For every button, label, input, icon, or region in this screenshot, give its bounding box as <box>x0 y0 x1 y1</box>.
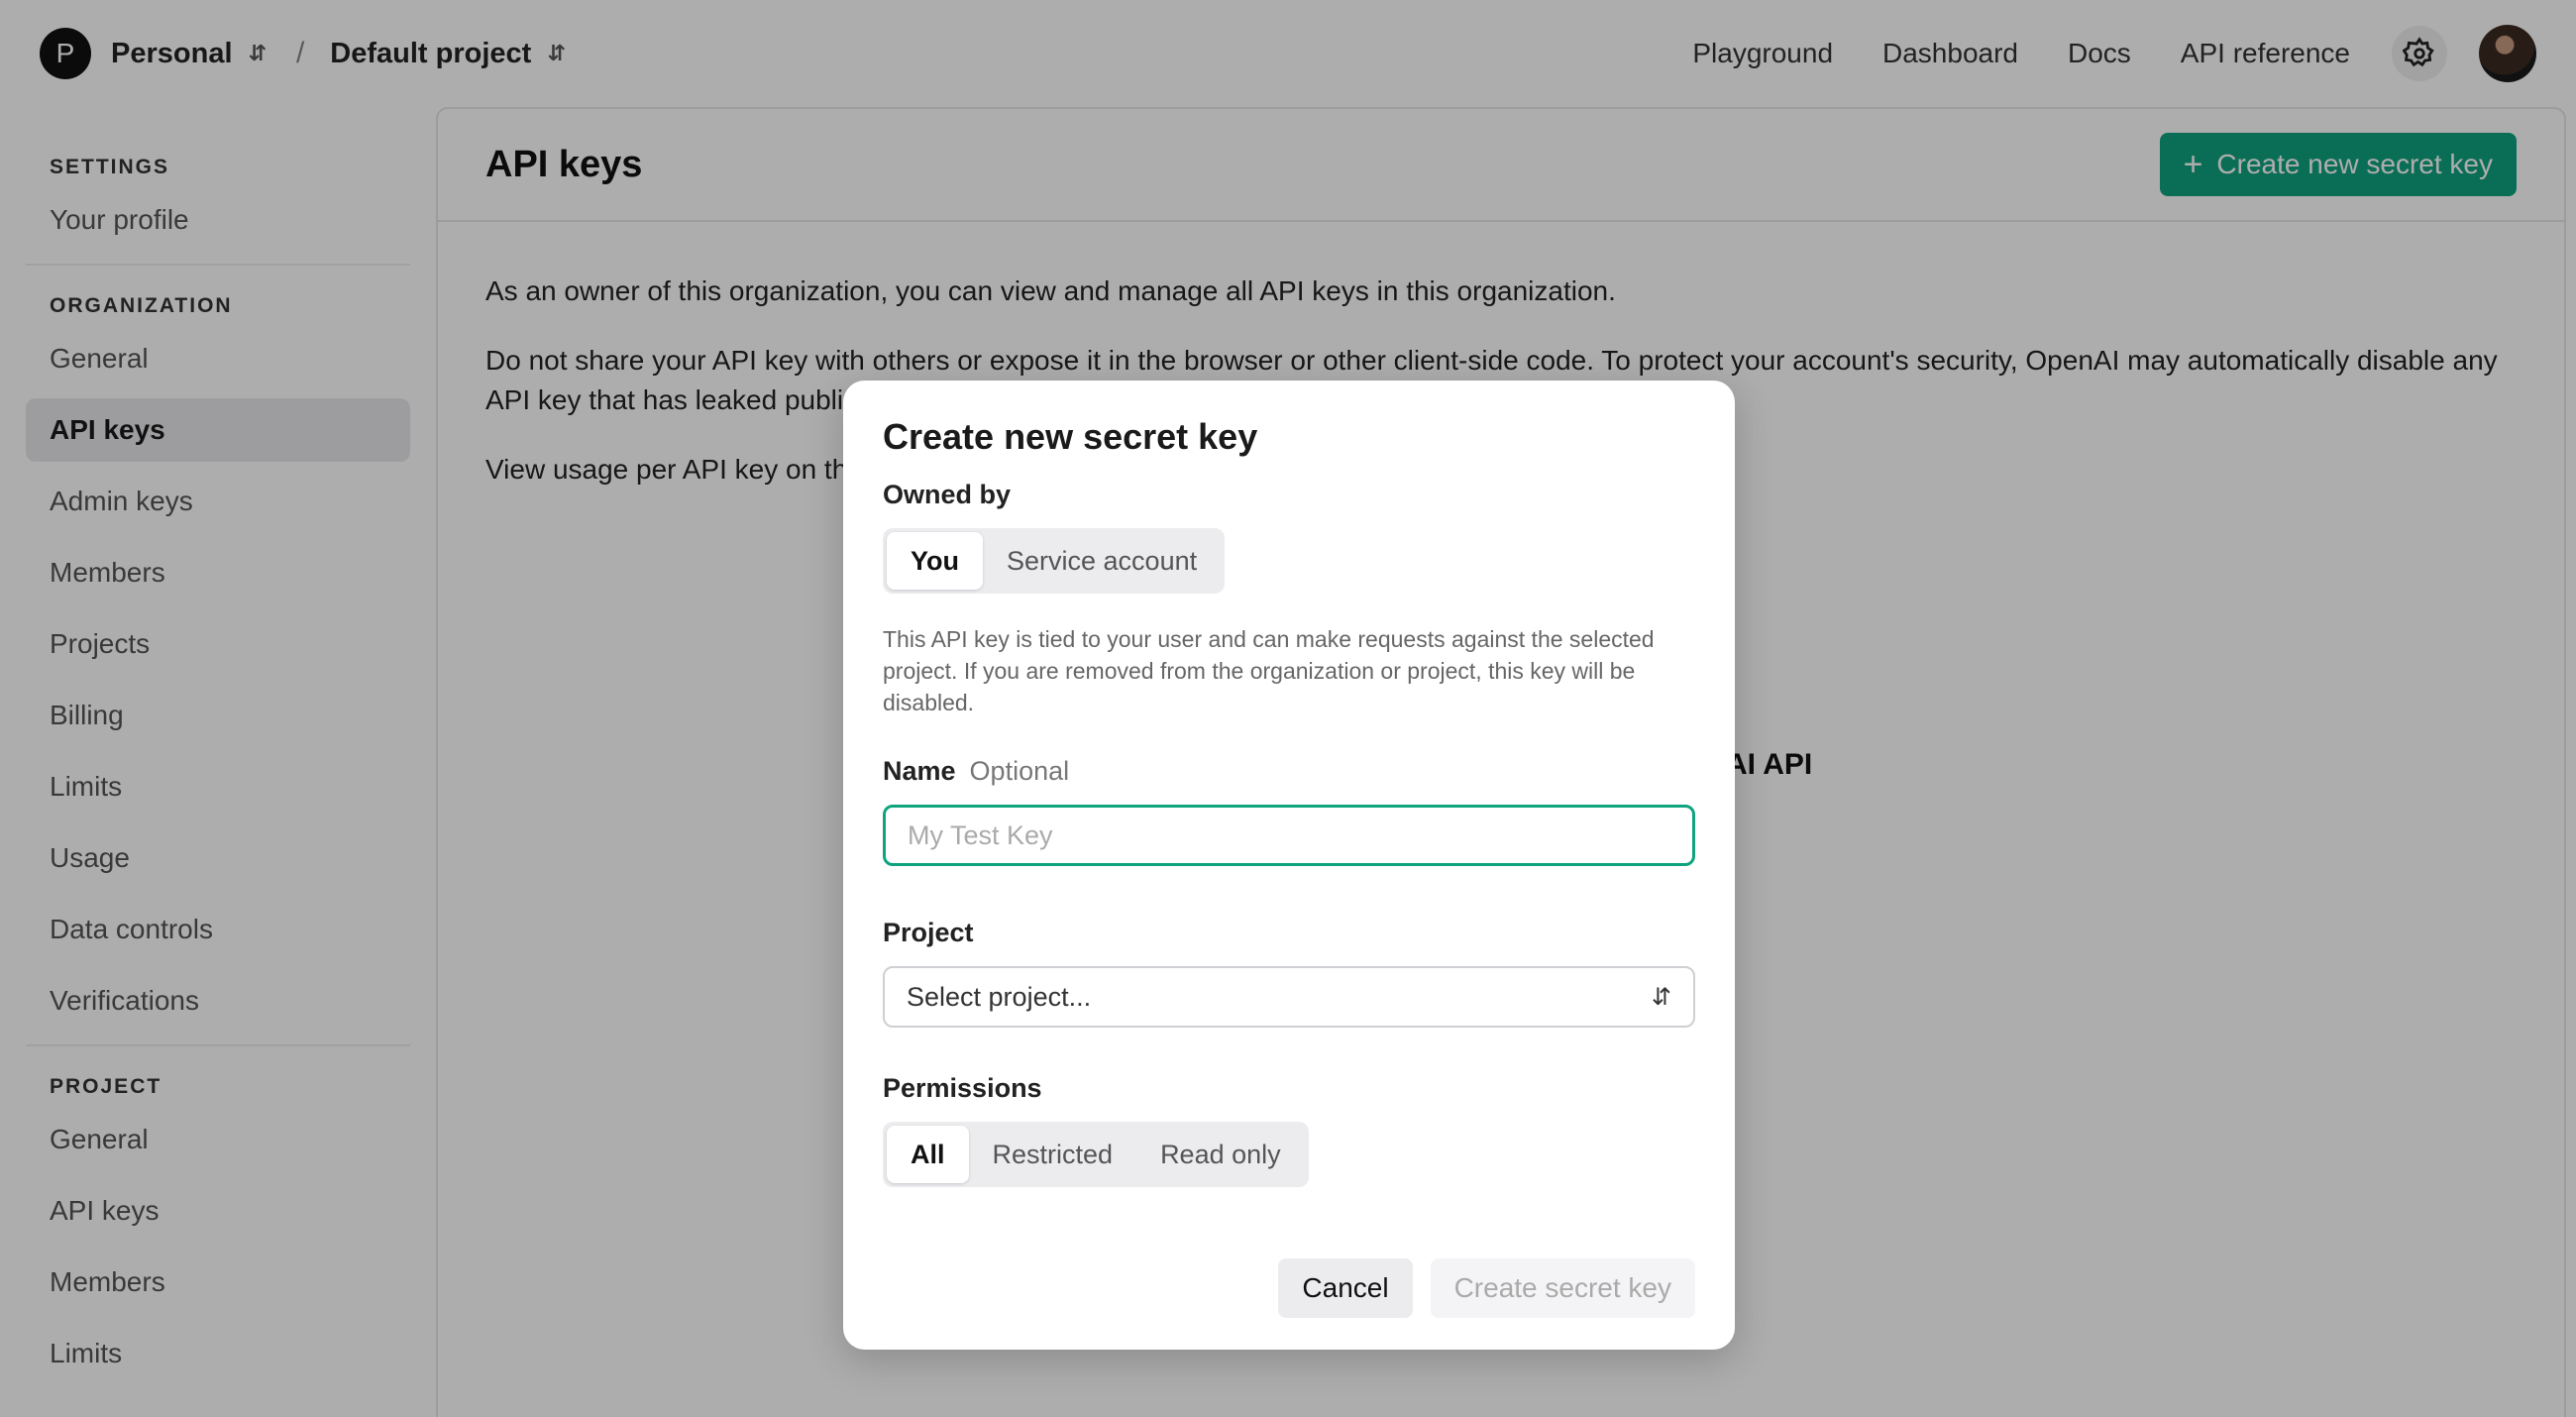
permission-option-all[interactable]: All <box>887 1126 969 1183</box>
dialog-title: Create new secret key <box>883 416 1258 457</box>
owner-help-text: This API key is tied to your user and ca… <box>883 626 1655 715</box>
permission-option-read-only[interactable]: Read only <box>1136 1126 1305 1183</box>
owner-toggle: You Service account <box>883 528 1226 594</box>
name-label-text: Name <box>883 756 956 786</box>
project-select-value: Select project... <box>907 981 1092 1012</box>
create-key-dialog: Create new secret key Owned by You Servi… <box>843 381 1735 1350</box>
owner-option-service-account[interactable]: Service account <box>983 532 1221 590</box>
owned-by-label: Owned by <box>883 480 1012 509</box>
dialog-footer: Cancel Create secret key <box>1278 1258 1695 1318</box>
owner-option-you[interactable]: You <box>887 532 983 590</box>
chevron-updown-icon: ⇵ <box>1651 983 1671 1011</box>
name-optional-hint: Optional <box>969 756 1070 786</box>
cancel-button[interactable]: Cancel <box>1278 1258 1413 1318</box>
permission-option-restricted[interactable]: Restricted <box>969 1126 1137 1183</box>
permissions-label: Permissions <box>883 1073 1042 1103</box>
create-secret-key-button[interactable]: Create secret key <box>1430 1258 1695 1318</box>
project-label: Project <box>883 918 974 947</box>
key-name-input[interactable] <box>883 805 1695 866</box>
permissions-toggle: All Restricted Read only <box>883 1122 1309 1187</box>
name-label: Name Optional <box>883 756 1695 787</box>
project-select[interactable]: Select project... ⇵ <box>883 966 1695 1028</box>
